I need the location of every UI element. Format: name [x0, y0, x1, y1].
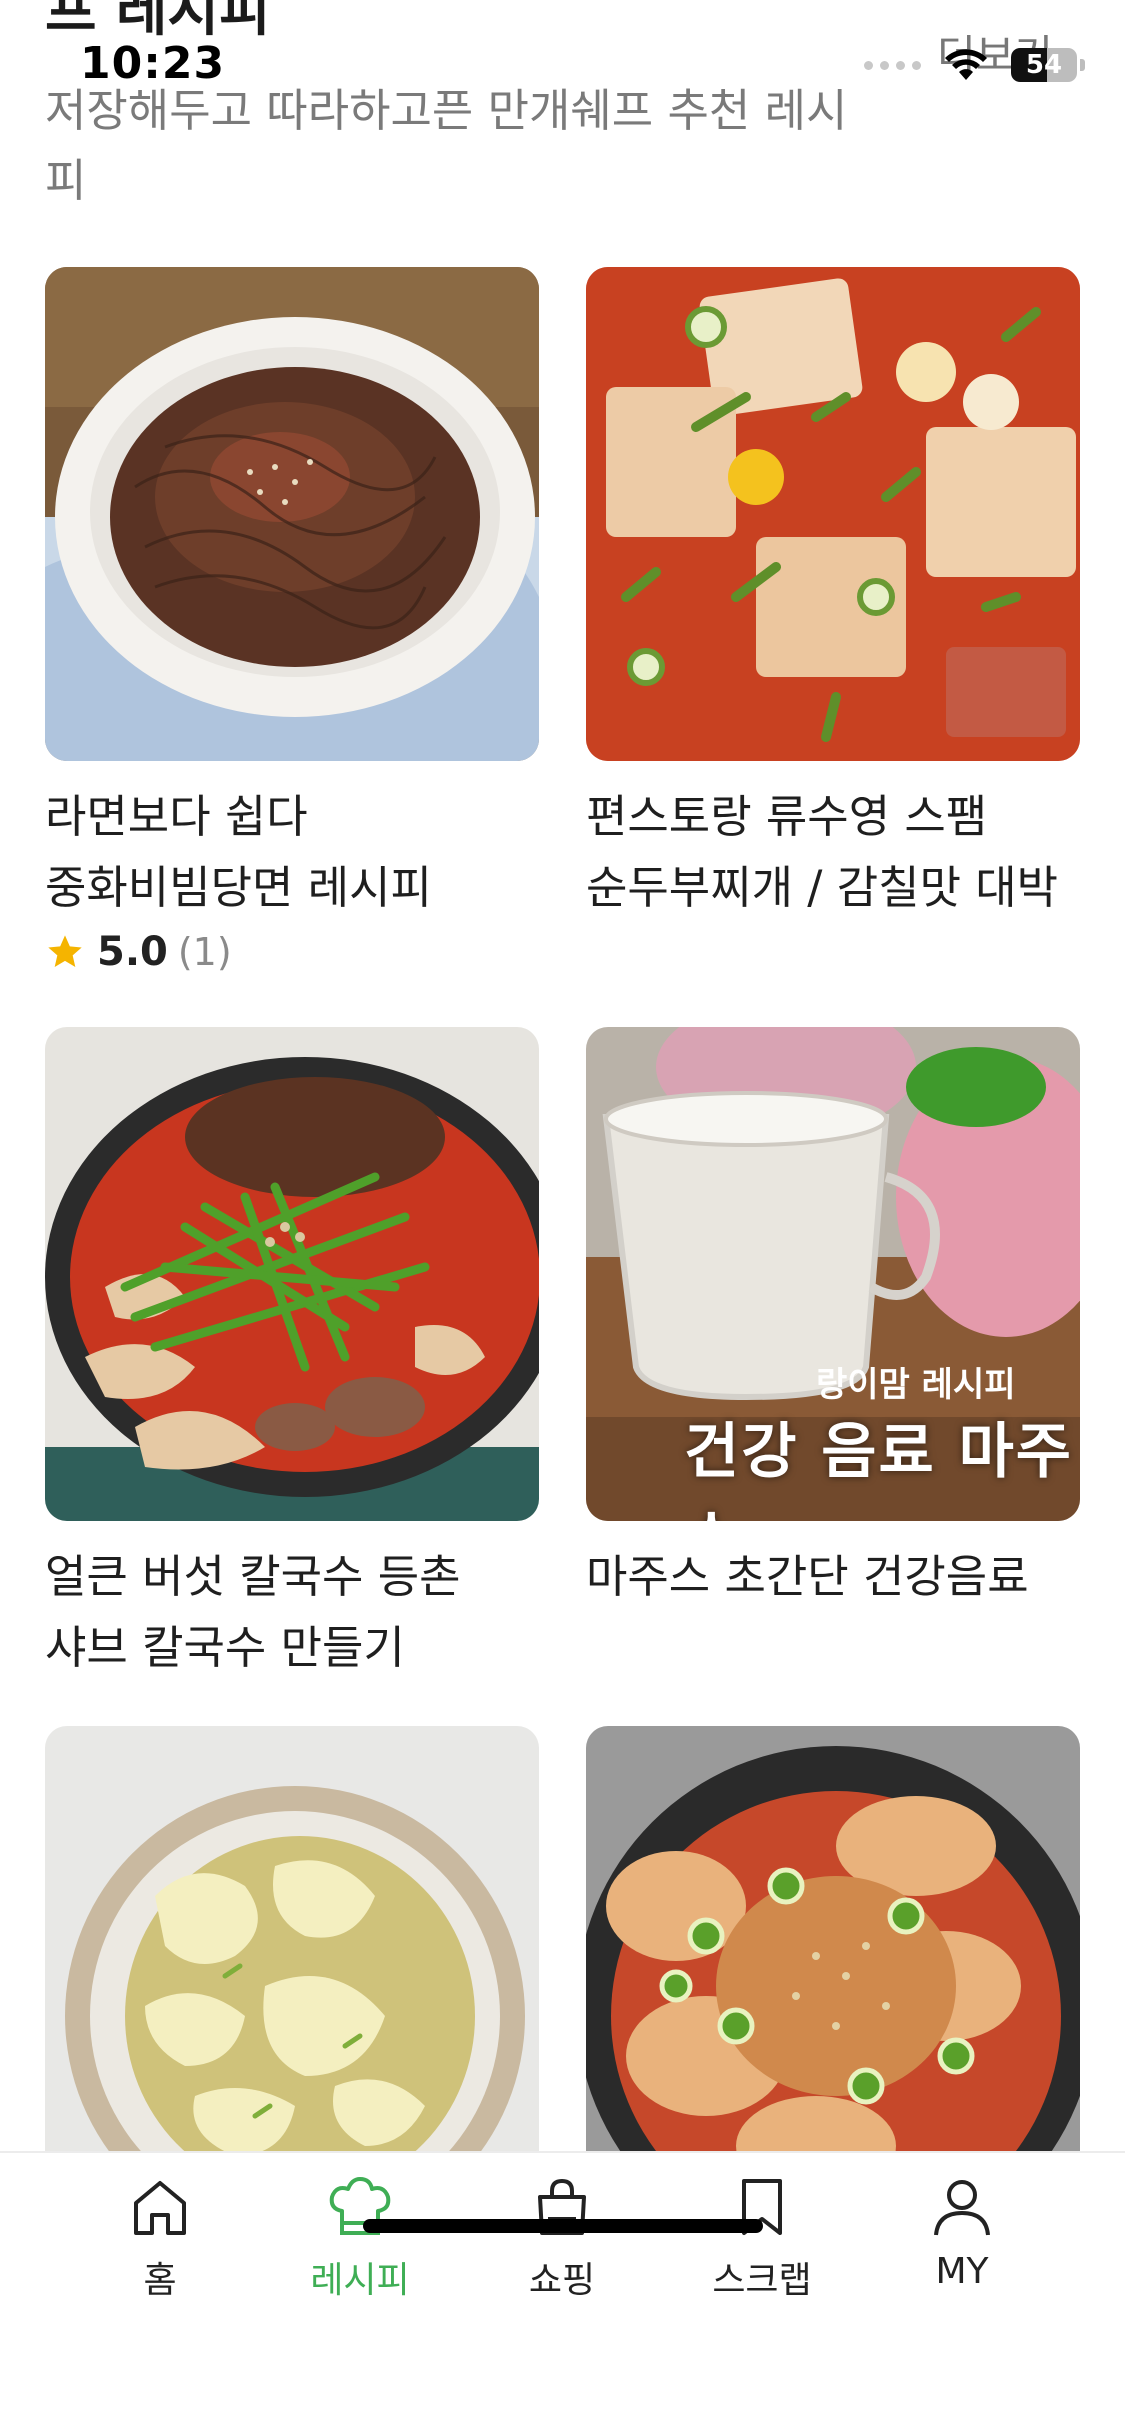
- tab-scrap[interactable]: 스크랩: [682, 2175, 842, 2303]
- recipe-thumbnail-spicy-braised[interactable]: [586, 1726, 1080, 2220]
- tab-scrap-label: 스크랩: [712, 2260, 812, 2301]
- recipe-list-screen: 10:23 54 프 레시피 더보기 저장해두고 따라하고픈 만개쉐프 추천 레…: [0, 0, 1125, 2436]
- egg-soup-image: [45, 1726, 539, 2220]
- cellular-signal-icon: [864, 60, 921, 70]
- rating-score: 5.0: [97, 929, 168, 975]
- recipe-title[interactable]: 얼큰 버섯 칼국수 등촌 샤브 칼국수 만들기: [45, 1541, 539, 1683]
- battery-icon: 54: [1011, 48, 1085, 82]
- recipe-card[interactable]: 얼큰 버섯 칼국수 등촌 샤브 칼국수 만들기: [45, 1027, 539, 1683]
- glass-noodle-dish-image: [45, 267, 539, 761]
- recipe-rating: 5.0 (1): [45, 929, 539, 975]
- rating-count: (1): [177, 930, 232, 974]
- tab-home[interactable]: 홈: [80, 2175, 240, 2303]
- overlay-caption-small: 랑이맘 레시피: [816, 1365, 1016, 1405]
- recipe-card[interactable]: 랑이맘 레시피 건강 음료 마주스 마주스 초간단 건강음료: [586, 1027, 1080, 1612]
- recipe-thumbnail-tofu-stew[interactable]: [586, 267, 1080, 761]
- recipe-thumbnail-glass-noodle[interactable]: [45, 267, 539, 761]
- recipe-thumbnail-mushroom-noodle[interactable]: [45, 1027, 539, 1521]
- tab-shopping-label: 쇼핑: [528, 2260, 596, 2301]
- tab-home-label: 홈: [143, 2260, 177, 2301]
- bottom-tab-bar: 홈 레시피 쇼핑 스크랩 MY: [0, 2151, 1125, 2436]
- recipe-title[interactable]: 마주스 초간단 건강음료: [586, 1541, 1080, 1612]
- tab-shopping[interactable]: 쇼핑: [482, 2175, 642, 2303]
- spicy-braised-radish-image: [586, 1726, 1080, 2220]
- recipe-title[interactable]: 라면보다 쉽다 중화비빔당면 레시피: [45, 781, 539, 923]
- battery-level: 54: [1025, 50, 1063, 80]
- tab-my-label: MY: [935, 2251, 989, 2292]
- recipe-card[interactable]: [45, 1726, 539, 2220]
- recipe-title[interactable]: 편스토랑 류수영 스팸 순두부찌개 / 감칠맛 대박: [586, 781, 1080, 923]
- status-time: 10:23: [80, 38, 226, 89]
- tab-recipe-label: 레시피: [310, 2260, 410, 2301]
- tofu-stew-image: [586, 267, 1080, 761]
- home-icon: [134, 2181, 186, 2235]
- tab-recipe[interactable]: 레시피: [280, 2175, 440, 2303]
- wifi-icon: [943, 48, 989, 82]
- mushroom-noodle-pot-image: [45, 1027, 539, 1521]
- recipe-thumbnail-egg-soup[interactable]: [45, 1726, 539, 2220]
- recipe-card[interactable]: 라면보다 쉽다 중화비빔당면 레시피 5.0 (1): [45, 267, 539, 975]
- tab-my[interactable]: MY: [882, 2175, 1042, 2292]
- overlay-caption-big: 건강 음료 마주스: [684, 1417, 1073, 1521]
- recipe-thumbnail-yam-drink[interactable]: 랑이맘 레시피 건강 음료 마주스: [586, 1027, 1080, 1521]
- recipe-card[interactable]: [586, 1726, 1080, 2220]
- star-icon: [48, 935, 82, 967]
- home-indicator[interactable]: [363, 2219, 763, 2233]
- person-icon: [934, 2180, 990, 2236]
- status-indicators: 54: [864, 48, 1085, 82]
- recipe-card[interactable]: 편스토랑 류수영 스팸 순두부찌개 / 감칠맛 대박: [586, 267, 1080, 923]
- status-bar: 10:23 54: [0, 0, 1125, 132]
